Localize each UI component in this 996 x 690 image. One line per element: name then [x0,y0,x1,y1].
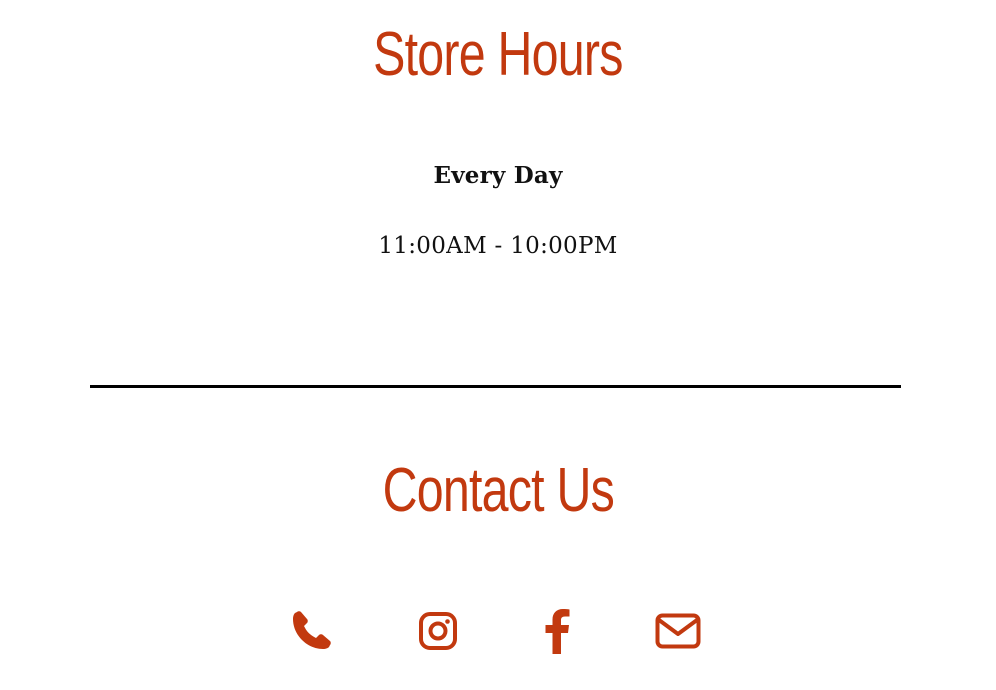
hours-time-range: 11:00AM - 10:00PM [378,233,618,259]
email-link[interactable] [652,605,704,657]
instagram-link[interactable] [412,605,464,657]
contact-icons-row [0,605,996,657]
phone-icon [293,611,331,649]
section-divider [90,385,901,388]
store-hours-section-header: Store Hours [0,24,996,86]
contact-section-header: Contact Us [0,460,996,522]
store-hours-title: Store Hours [373,20,623,89]
instagram-icon [419,612,457,650]
email-icon [655,613,701,649]
facebook-icon [545,609,570,654]
facebook-link[interactable] [531,605,583,657]
hours-day-label: Every Day [433,162,563,189]
phone-link[interactable] [285,605,337,657]
contact-title: Contact Us [382,456,614,525]
